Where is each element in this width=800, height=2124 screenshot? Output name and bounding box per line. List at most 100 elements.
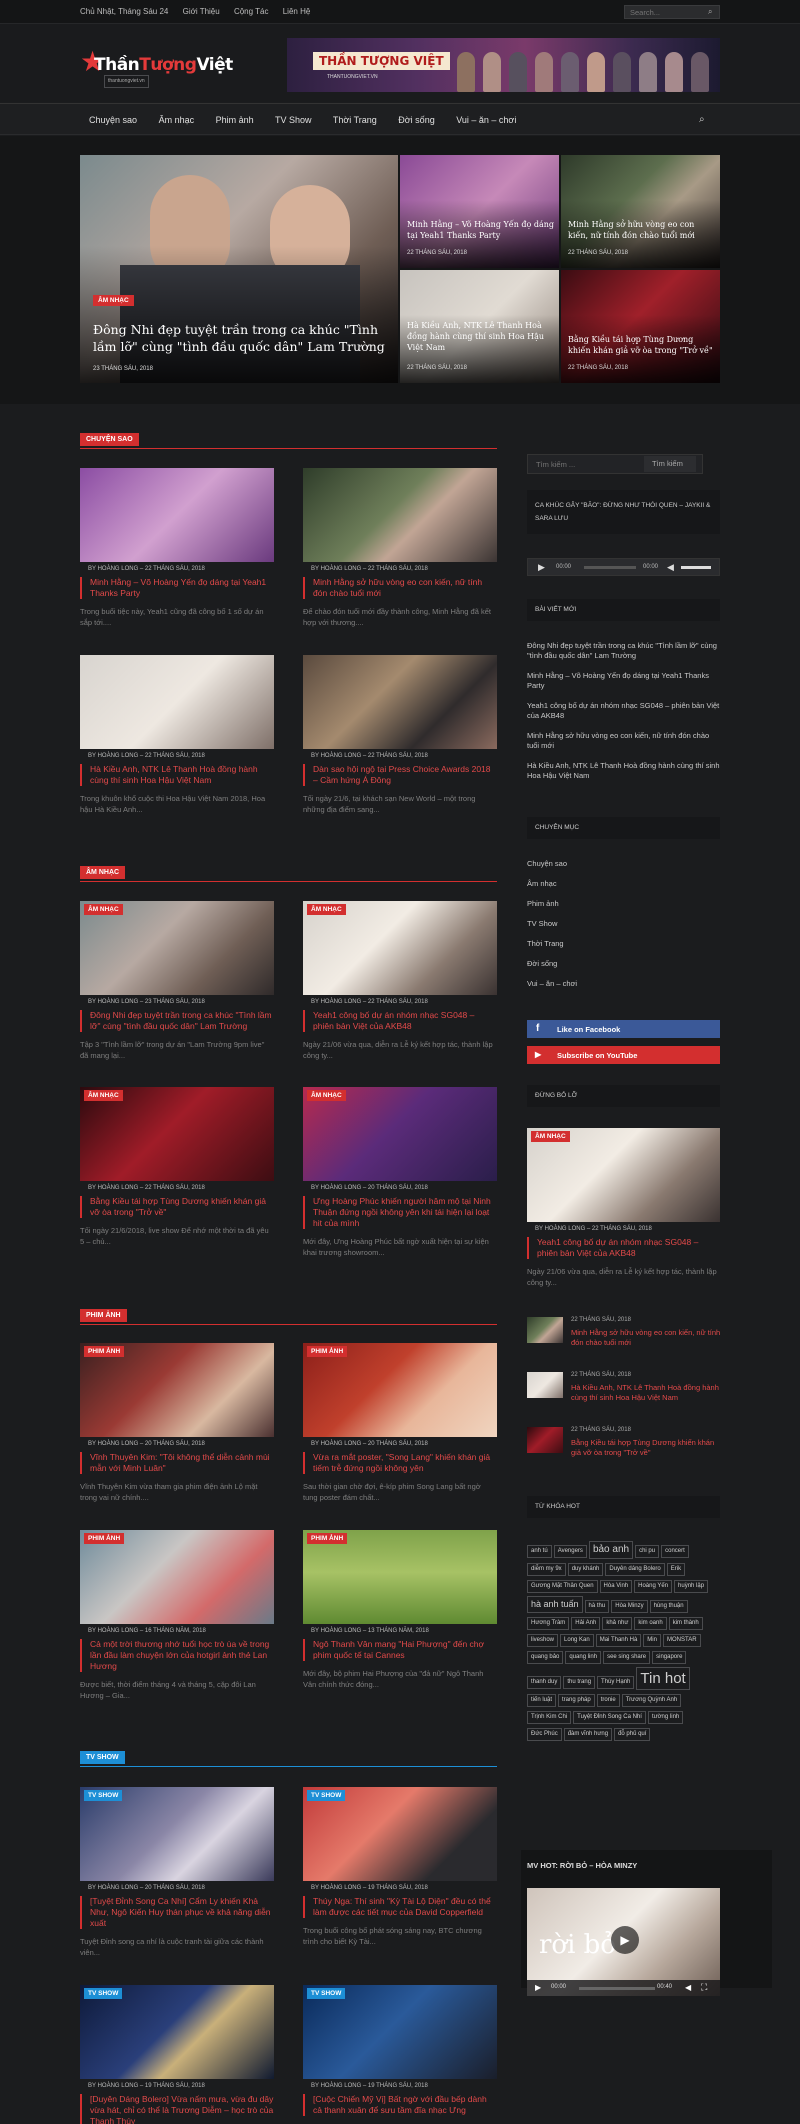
nav-tv-show[interactable]: TV Show — [275, 115, 312, 125]
post-title[interactable]: Ngô Thanh Vân mang "Hai Phượng" đến chợ … — [303, 1639, 497, 1661]
tag-link[interactable]: Gương Mặt Thân Quen — [527, 1580, 598, 1593]
site-logo[interactable]: ★ ThầnTượngViệt thantuongviet.vn — [80, 48, 233, 88]
tag-link[interactable]: Hương Tràm — [527, 1617, 570, 1630]
post-category[interactable]: ÂM NHẠC — [307, 1090, 346, 1101]
tag-link[interactable]: Erik — [666, 1563, 686, 1576]
tag-link[interactable]: quang linh — [565, 1651, 602, 1664]
audio-progress[interactable] — [584, 566, 636, 569]
tag-link[interactable]: trang pháp — [558, 1694, 595, 1707]
post-category[interactable]: ÂM NHẠC — [84, 904, 123, 915]
section-header-phim-anh[interactable]: PHIM ẢNH — [80, 1309, 497, 1325]
tag-link[interactable]: hà anh tuấn — [527, 1596, 583, 1613]
post-title[interactable]: Dàn sao hội ngộ tại Press Choice Awards … — [303, 764, 497, 786]
recent-post-link[interactable]: Yeah1 công bố dự án nhóm nhạc SG048 – ph… — [527, 701, 720, 721]
post-category[interactable]: PHIM ẢNH — [84, 1346, 125, 1357]
tag-link[interactable]: see sing share — [603, 1651, 651, 1664]
post-category[interactable]: PHIM ẢNH — [307, 1533, 348, 1544]
tag-link[interactable]: anh tú — [527, 1545, 552, 1558]
video-play-icon[interactable]: ▶ — [611, 1926, 639, 1954]
post-thumbnail[interactable]: TV SHOW — [80, 1985, 274, 2079]
facebook-like-button[interactable]: f Like on Facebook — [527, 1020, 720, 1038]
mini-title[interactable]: Minh Hằng sở hữu vòng eo con kiến, nữ tí… — [571, 1328, 721, 1348]
post-category[interactable]: ÂM NHẠC — [307, 904, 346, 915]
tag-link[interactable]: quang bảo — [527, 1651, 564, 1664]
category-link[interactable]: TV Show — [527, 919, 720, 929]
fullscreen-icon[interactable]: ⛶ — [701, 1982, 707, 1993]
post-card[interactable]: TV SHOW BY HOÀNG LONG – 19 THÁNG SÁU, 20… — [80, 1985, 274, 2124]
tag-link[interactable]: thanh duy — [527, 1676, 562, 1689]
post-card[interactable]: BY HOÀNG LONG – 22 THÁNG SÁU, 2018 Dàn s… — [303, 655, 497, 815]
post-thumbnail[interactable]: ÂM NHẠC — [80, 1087, 274, 1181]
post-thumbnail[interactable]: PHIM ẢNH — [303, 1343, 497, 1437]
nav-phim-anh[interactable]: Phim ảnh — [216, 115, 254, 125]
post-category[interactable]: ÂM NHẠC — [84, 1090, 123, 1101]
tag-link[interactable]: Duyên dáng Bolero — [605, 1563, 665, 1576]
post-title[interactable]: Cả một trời thương nhớ tuổi học trò ùa v… — [80, 1639, 274, 1672]
tag-link[interactable]: đỗ phủ quí — [614, 1728, 651, 1741]
post-card[interactable]: ÂM NHẠC BY HOÀNG LONG – 20 THÁNG SÁU, 20… — [303, 1087, 497, 1258]
post-thumbnail[interactable] — [80, 655, 274, 749]
post-category[interactable]: TV SHOW — [84, 1790, 123, 1801]
post-title[interactable]: Minh Hằng – Võ Hoàng Yến đọ dáng tại Yea… — [80, 577, 274, 599]
post-card[interactable]: ÂM NHẠC BY HOÀNG LONG – 23 THÁNG SÁU, 20… — [80, 901, 274, 1061]
hero-tile[interactable]: Minh Hằng – Võ Hoàng Yến đọ dáng tại Yea… — [400, 155, 559, 268]
search-icon[interactable]: ⌕ — [708, 7, 712, 17]
tag-link[interactable]: Hòa Minzy — [611, 1600, 648, 1613]
post-title[interactable]: Đông Nhi đẹp tuyệt trần trong ca khúc "T… — [80, 1010, 274, 1032]
tag-link[interactable]: hùng thuận — [649, 1600, 688, 1613]
tag-link[interactable]: Trịnh Kim Chi — [527, 1711, 572, 1724]
post-thumbnail[interactable]: ÂM NHẠC — [303, 901, 497, 995]
post-title[interactable]: Thúy Nga: Thí sinh "Kỳ Tài Lộ Diện" đều … — [303, 1896, 497, 1918]
top-search-input[interactable] — [624, 5, 720, 19]
nav-chuyen-sao[interactable]: Chuyện sao — [89, 115, 137, 125]
post-title[interactable]: Ưng Hoàng Phúc khiến người hâm mộ tại Ni… — [303, 1196, 497, 1229]
top-link-contact[interactable]: Liên Hệ — [283, 7, 311, 16]
post-thumbnail[interactable]: ÂM NHẠC — [303, 1087, 497, 1181]
dont-miss-item[interactable]: 22 THÁNG SÁU, 2018 Bằng Kiều tái hợp Tùn… — [527, 1427, 720, 1467]
tag-link[interactable]: Hoàng Yến — [634, 1580, 673, 1593]
tag-link[interactable]: Hải Anh — [571, 1617, 601, 1630]
top-link-collab[interactable]: Cộng Tác — [234, 7, 269, 16]
video-progress[interactable] — [579, 1987, 655, 1990]
mini-title[interactable]: Hà Kiều Anh, NTK Lê Thanh Hoà đồng hành … — [571, 1383, 721, 1403]
post-thumbnail[interactable]: PHIM ẢNH — [80, 1530, 274, 1624]
hero-tile[interactable]: Minh Hằng sở hữu vòng eo con kiến, nữ tí… — [561, 155, 720, 268]
youtube-subscribe-button[interactable]: ▶ Subscribe on YouTube — [527, 1046, 720, 1064]
tag-link[interactable]: duy khánh — [567, 1563, 604, 1576]
post-thumbnail[interactable] — [303, 655, 497, 749]
post-card[interactable]: PHIM ẢNH BY HOÀNG LONG – 13 THÁNG NĂM, 2… — [303, 1530, 497, 1690]
post-thumbnail[interactable]: PHIM ẢNH — [303, 1530, 497, 1624]
mini-thumbnail[interactable] — [527, 1372, 563, 1398]
post-thumbnail[interactable] — [80, 468, 274, 562]
recent-post-link[interactable]: Minh Hằng sở hữu vòng eo con kiến, nữ tí… — [527, 731, 720, 751]
post-title[interactable]: Minh Hằng sở hữu vòng eo con kiến, nữ tí… — [303, 577, 497, 599]
tag-link[interactable]: kim thành — [668, 1617, 703, 1630]
tag-link[interactable]: concert — [661, 1545, 689, 1558]
post-title[interactable]: [Cuộc Chiến Mỹ Vị] Bất ngờ với đầu bếp d… — [303, 2094, 497, 2116]
post-card[interactable]: BY HOÀNG LONG – 22 THÁNG SÁU, 2018 Minh … — [303, 468, 497, 628]
tag-link[interactable]: đàm vĩnh hưng — [563, 1728, 613, 1741]
tag-link[interactable]: MONSTAR — [662, 1634, 701, 1647]
tag-link[interactable]: bảo anh — [588, 1541, 634, 1559]
recent-post-link[interactable]: Hà Kiều Anh, NTK Lê Thanh Hoà đồng hành … — [527, 761, 720, 781]
dont-miss-item[interactable]: 22 THÁNG SÁU, 2018 Minh Hằng sở hữu vòng… — [527, 1317, 720, 1357]
tag-link[interactable]: Thúy Hạnh — [597, 1676, 635, 1689]
mini-thumbnail[interactable] — [527, 1427, 563, 1453]
tag-link[interactable]: Đức Phúc — [527, 1728, 562, 1741]
section-header-chuyen-sao[interactable]: CHUYỆN SAO — [80, 433, 497, 449]
tag-link[interactable]: khả như — [602, 1617, 633, 1630]
tag-link[interactable]: tường linh — [647, 1711, 684, 1724]
volume-icon[interactable]: ◀ — [685, 1983, 691, 1992]
post-card[interactable]: ÂM NHẠC BY HOÀNG LONG – 22 THÁNG SÁU, 20… — [303, 901, 497, 1061]
post-title[interactable]: Vĩnh Thuyên Kim: "Tôi không thể diễn cản… — [80, 1452, 274, 1474]
tag-link[interactable]: singapore — [652, 1651, 687, 1664]
category-link[interactable]: Đời sống — [527, 959, 720, 969]
nav-thoi-trang[interactable]: Thời Trang — [333, 115, 377, 125]
volume-slider[interactable] — [681, 566, 711, 569]
post-thumbnail[interactable]: ÂM NHẠC — [80, 901, 274, 995]
hero-tile-title[interactable]: Minh Hằng – Võ Hoàng Yến đọ dáng tại Yea… — [407, 219, 555, 241]
tag-link[interactable]: Tin hot — [636, 1667, 690, 1690]
nav-search-icon[interactable]: ⌕ — [699, 114, 705, 125]
header-banner[interactable]: THẦN TƯỢNG VIỆT THANTUONGVIET.VN — [287, 38, 720, 92]
sidebar-search-button[interactable]: Tìm kiếm — [644, 456, 696, 472]
